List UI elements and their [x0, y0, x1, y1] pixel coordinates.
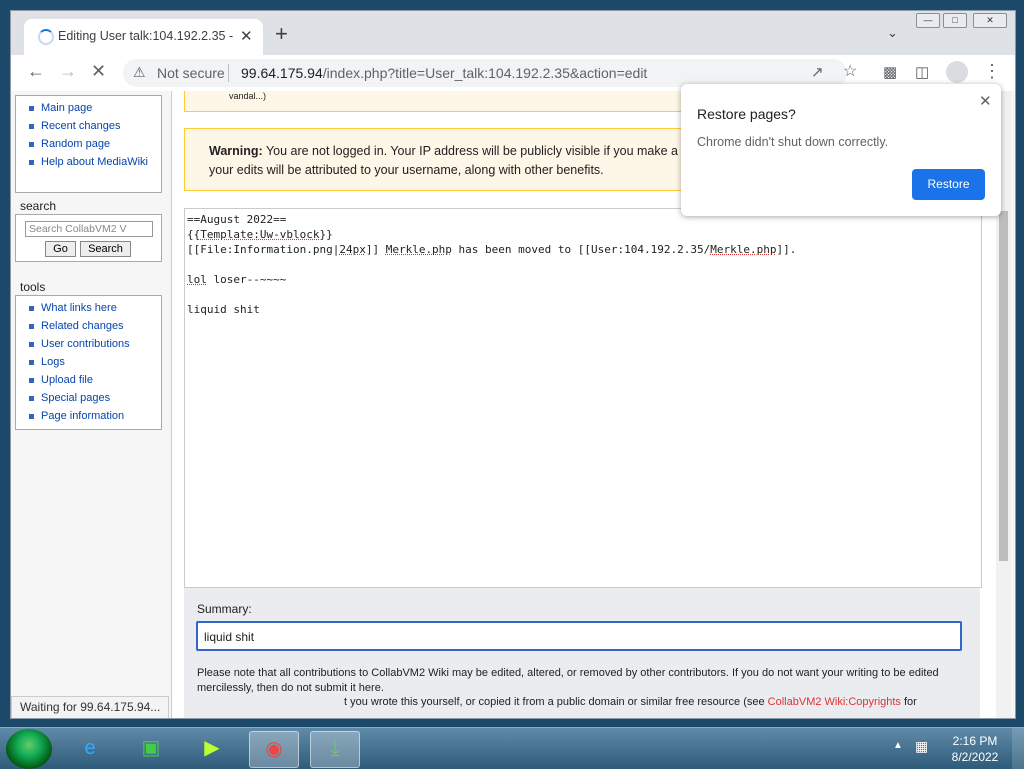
status-bubble: Waiting for 99.64.175.94...: [11, 696, 170, 718]
dialog-title: Restore pages?: [697, 106, 796, 122]
editor-token: ]].: [776, 243, 797, 256]
new-tab-button[interactable]: +: [275, 23, 288, 45]
editor-token: lol: [187, 273, 207, 286]
navigation-portlet: Main page Recent changes Random page Help a…: [15, 95, 162, 193]
contribution-note: Please note that all contributions to Co…: [197, 667, 939, 694]
sidebar-tool-link[interactable]: Special pages: [16, 389, 161, 407]
media-player-icon[interactable]: ▶: [188, 731, 236, 766]
warning-heading: Warning:: [209, 144, 263, 158]
tab-close-icon[interactable]: ✕: [240, 27, 253, 45]
url-path: /index.php?title=User_talk:104.192.2.35&…: [322, 65, 648, 81]
sidebar-tool-link[interactable]: User contributions: [16, 335, 161, 353]
back-icon[interactable]: ←: [27, 61, 45, 82]
url-text[interactable]: 99.64.175.94/index.php?title=User_talk:1…: [241, 65, 647, 81]
dialog-message: Chrome didn't shut down correctly.: [697, 135, 889, 149]
maximize-button[interactable]: □: [943, 13, 967, 28]
tab-editing[interactable]: Editing User talk:104.192.2.35 - C ✕: [24, 19, 263, 55]
address-divider: [228, 64, 229, 82]
clock-time: 2:16 PM: [952, 734, 998, 748]
tools-label: tools: [20, 280, 46, 294]
editor-token: loser--~~~~: [206, 273, 287, 286]
editor-token: Merkle.php: [710, 243, 777, 256]
sidebar-nav-link[interactable]: Help about MediaWiki: [16, 153, 161, 171]
windows-taskbar: e ▣ ▶ ◉ ⤓ ▲ ▦ 2:16 PM 8/2/2022: [0, 727, 1024, 769]
anon-warning-box: Warning: You are not logged in. Your IP …: [184, 128, 706, 191]
sidebar-nav-link[interactable]: Random page: [16, 135, 161, 153]
editor-token: Template:Uw-vblock: [200, 228, 320, 241]
share-icon[interactable]: ↗: [811, 63, 824, 81]
tray-expand-icon[interactable]: ▲: [893, 740, 903, 751]
editor-line: ==August 2022==: [187, 213, 287, 226]
sidebar-nav-link[interactable]: Recent changes: [16, 117, 161, 135]
sidebar-tool-link[interactable]: Logs: [16, 353, 161, 371]
extensions-puzzle-icon[interactable]: ▩: [883, 63, 897, 81]
editor-token: 24px: [339, 243, 366, 256]
show-desktop-button[interactable]: [1012, 728, 1024, 769]
search-button[interactable]: Search: [80, 241, 131, 257]
security-label[interactable]: Not secure: [157, 65, 225, 81]
stop-icon[interactable]: ✕: [91, 61, 106, 82]
notice-fragment: vandal...): [229, 91, 267, 101]
dialog-close-icon[interactable]: ✕: [979, 92, 992, 110]
address-bar[interactable]: ⚠ Not secure 99.64.175.94/index.php?titl…: [123, 59, 847, 87]
search-portlet: Search CollabVM2 V Go Search: [15, 214, 162, 262]
summary-section: Summary: liquid shit Please note that al…: [184, 588, 980, 718]
editor-token: [[File:Information.png: [187, 243, 333, 256]
editor-token: ]]: [365, 243, 386, 256]
editor-token: has been moved to [[User:104.192.2.35/: [451, 243, 711, 256]
warning-triangle-icon[interactable]: ⚠: [133, 64, 146, 81]
summary-input[interactable]: liquid shit: [196, 621, 962, 651]
search-input[interactable]: Search CollabVM2 V: [25, 221, 153, 237]
forward-icon[interactable]: →: [59, 61, 77, 82]
internet-explorer-icon[interactable]: e: [66, 731, 114, 766]
editor-token: }}: [319, 228, 333, 241]
tab-search-chevron-icon[interactable]: ⌄: [887, 25, 898, 41]
warning-text-2: your edits will be attributed to your us…: [209, 163, 604, 177]
copyrights-link[interactable]: CollabVM2 Wiki:Copyrights: [768, 696, 901, 708]
profile-avatar[interactable]: [946, 61, 968, 83]
previous-notice-box: vandal...): [184, 91, 706, 112]
restore-button[interactable]: Restore: [912, 169, 985, 200]
url-host: 99.64.175.94: [241, 65, 323, 81]
go-button[interactable]: Go: [45, 241, 76, 257]
tab-title: Editing User talk:104.192.2.35 - C: [58, 29, 236, 43]
copyright-note: t you wrote this yourself, or copied it …: [344, 696, 964, 708]
sidebar-tool-link[interactable]: What links here: [16, 299, 161, 317]
bookmark-star-icon[interactable]: ☆: [843, 61, 857, 81]
warning-text: You are not logged in. Your IP address w…: [262, 144, 679, 158]
sidebar-tool-link[interactable]: Page information: [16, 407, 161, 425]
summary-label: Summary:: [197, 602, 252, 616]
clock[interactable]: 2:16 PM 8/2/2022: [947, 733, 1003, 765]
network-icon[interactable]: ▦: [915, 738, 928, 755]
sidebar-tool-link[interactable]: Related changes: [16, 317, 161, 335]
scrollbar-thumb[interactable]: [999, 211, 1008, 561]
minimize-button[interactable]: —: [916, 13, 940, 28]
download-manager-icon[interactable]: ⤓: [310, 731, 360, 768]
close-window-button[interactable]: ✕: [973, 13, 1007, 28]
editor-token: {{: [187, 228, 201, 241]
copyright-note-suffix: for: [900, 696, 917, 708]
sidebar-tool-link[interactable]: Upload file: [16, 371, 161, 389]
restore-pages-dialog: Restore pages? Chrome didn't shut down c…: [681, 84, 1001, 216]
clock-date: 8/2/2022: [951, 750, 999, 764]
wikitext-editor[interactable]: ==August 2022== {{Template:Uw-vblock}} […: [184, 208, 982, 588]
side-panel-icon[interactable]: ◫: [915, 63, 929, 81]
start-button[interactable]: [6, 729, 52, 769]
copyright-note-text: t you wrote this yourself, or copied it …: [344, 696, 768, 708]
menu-kebab-icon[interactable]: ⋮: [983, 61, 1001, 82]
terminal-app-icon[interactable]: ▣: [127, 731, 175, 766]
loading-spinner-icon: [38, 29, 54, 45]
sidebar-nav-link[interactable]: Main page: [16, 99, 161, 117]
chrome-taskbar-icon[interactable]: ◉: [249, 731, 299, 768]
editor-token: Merkle.php: [385, 243, 452, 256]
tab-strip: Editing User talk:104.192.2.35 - C ✕ + ⌄…: [11, 11, 1015, 55]
search-label: search: [20, 199, 57, 213]
tools-portlet: What links here Related changes User contr…: [15, 295, 162, 430]
editor-line: liquid shit: [187, 303, 260, 316]
